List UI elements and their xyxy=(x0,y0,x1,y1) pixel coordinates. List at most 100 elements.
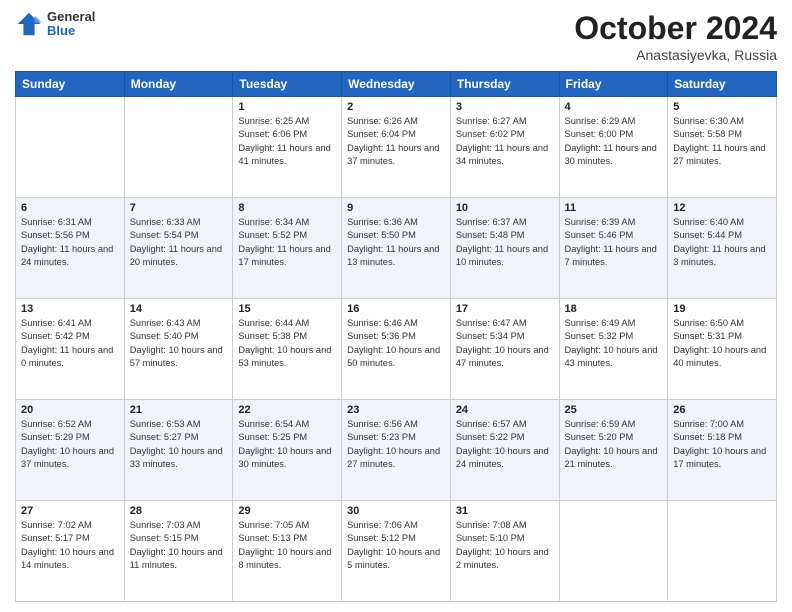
day-number: 27 xyxy=(21,505,119,517)
day-info: Sunrise: 6:40 AM Sunset: 5:44 PM Dayligh… xyxy=(673,216,771,270)
day-info: Sunrise: 6:44 AM Sunset: 5:38 PM Dayligh… xyxy=(238,317,336,371)
day-info: Sunrise: 6:27 AM Sunset: 6:02 PM Dayligh… xyxy=(456,115,554,169)
calendar-cell: 31 Sunrise: 7:08 AM Sunset: 5:10 PM Dayli… xyxy=(450,501,559,602)
day-number: 13 xyxy=(21,303,119,315)
day-info: Sunrise: 6:41 AM Sunset: 5:42 PM Dayligh… xyxy=(21,317,119,371)
weekday-header-row: SundayMondayTuesdayWednesdayThursdayFrid… xyxy=(16,72,777,97)
day-info: Sunrise: 6:43 AM Sunset: 5:40 PM Dayligh… xyxy=(130,317,228,371)
day-number: 30 xyxy=(347,505,445,517)
day-info: Sunrise: 6:25 AM Sunset: 6:06 PM Dayligh… xyxy=(238,115,336,169)
calendar-cell xyxy=(16,97,125,198)
day-number: 2 xyxy=(347,101,445,113)
calendar-cell: 27 Sunrise: 7:02 AM Sunset: 5:17 PM Dayli… xyxy=(16,501,125,602)
calendar-cell: 11 Sunrise: 6:39 AM Sunset: 5:46 PM Dayli… xyxy=(559,198,668,299)
calendar-cell: 2 Sunrise: 6:26 AM Sunset: 6:04 PM Daylig… xyxy=(342,97,451,198)
weekday-header-sunday: Sunday xyxy=(16,72,125,97)
day-info: Sunrise: 6:57 AM Sunset: 5:22 PM Dayligh… xyxy=(456,418,554,472)
calendar-cell: 19 Sunrise: 6:50 AM Sunset: 5:31 PM Dayli… xyxy=(668,299,777,400)
day-info: Sunrise: 6:31 AM Sunset: 5:56 PM Dayligh… xyxy=(21,216,119,270)
logo: General Blue xyxy=(15,10,95,39)
day-number: 31 xyxy=(456,505,554,517)
day-number: 3 xyxy=(456,101,554,113)
logo-blue-text: Blue xyxy=(47,24,95,38)
day-number: 23 xyxy=(347,404,445,416)
calendar-cell: 10 Sunrise: 6:37 AM Sunset: 5:48 PM Dayli… xyxy=(450,198,559,299)
day-info: Sunrise: 6:49 AM Sunset: 5:32 PM Dayligh… xyxy=(565,317,663,371)
calendar-week-3: 13 Sunrise: 6:41 AM Sunset: 5:42 PM Dayli… xyxy=(16,299,777,400)
day-number: 25 xyxy=(565,404,663,416)
day-number: 11 xyxy=(565,202,663,214)
day-info: Sunrise: 6:59 AM Sunset: 5:20 PM Dayligh… xyxy=(565,418,663,472)
title-month: October 2024 xyxy=(574,10,777,47)
logo-general-text: General xyxy=(47,10,95,24)
day-info: Sunrise: 6:36 AM Sunset: 5:50 PM Dayligh… xyxy=(347,216,445,270)
calendar-cell: 22Sunrise: 6:54 AM Sunset: 5:25 PM Dayli… xyxy=(233,400,342,501)
header: General Blue October 2024 Anastasiyevka,… xyxy=(15,10,777,63)
calendar: SundayMondayTuesdayWednesdayThursdayFrid… xyxy=(15,71,777,602)
weekday-header-wednesday: Wednesday xyxy=(342,72,451,97)
day-info: Sunrise: 7:03 AM Sunset: 5:15 PM Dayligh… xyxy=(130,519,228,573)
day-number: 21 xyxy=(130,404,228,416)
calendar-body: 1Sunrise: 6:25 AM Sunset: 6:06 PM Daylig… xyxy=(16,97,777,602)
day-info: Sunrise: 6:46 AM Sunset: 5:36 PM Dayligh… xyxy=(347,317,445,371)
page: General Blue October 2024 Anastasiyevka,… xyxy=(0,0,792,612)
calendar-cell: 1Sunrise: 6:25 AM Sunset: 6:06 PM Daylig… xyxy=(233,97,342,198)
calendar-cell: 28Sunrise: 7:03 AM Sunset: 5:15 PM Dayli… xyxy=(124,501,233,602)
day-number: 7 xyxy=(130,202,228,214)
day-number: 9 xyxy=(347,202,445,214)
calendar-cell: 6Sunrise: 6:31 AM Sunset: 5:56 PM Daylig… xyxy=(16,198,125,299)
calendar-cell xyxy=(124,97,233,198)
calendar-cell: 9 Sunrise: 6:36 AM Sunset: 5:50 PM Daylig… xyxy=(342,198,451,299)
day-number: 18 xyxy=(565,303,663,315)
weekday-header-monday: Monday xyxy=(124,72,233,97)
day-info: Sunrise: 7:08 AM Sunset: 5:10 PM Dayligh… xyxy=(456,519,554,573)
day-info: Sunrise: 7:06 AM Sunset: 5:12 PM Dayligh… xyxy=(347,519,445,573)
calendar-cell: 3 Sunrise: 6:27 AM Sunset: 6:02 PM Daylig… xyxy=(450,97,559,198)
day-info: Sunrise: 6:52 AM Sunset: 5:29 PM Dayligh… xyxy=(21,418,119,472)
day-number: 15 xyxy=(238,303,336,315)
day-info: Sunrise: 6:30 AM Sunset: 5:58 PM Dayligh… xyxy=(673,115,771,169)
day-info: Sunrise: 7:02 AM Sunset: 5:17 PM Dayligh… xyxy=(21,519,119,573)
day-number: 16 xyxy=(347,303,445,315)
weekday-header-friday: Friday xyxy=(559,72,668,97)
day-number: 12 xyxy=(673,202,771,214)
day-number: 24 xyxy=(456,404,554,416)
day-info: Sunrise: 6:37 AM Sunset: 5:48 PM Dayligh… xyxy=(456,216,554,270)
day-info: Sunrise: 6:39 AM Sunset: 5:46 PM Dayligh… xyxy=(565,216,663,270)
day-number: 10 xyxy=(456,202,554,214)
calendar-week-1: 1Sunrise: 6:25 AM Sunset: 6:06 PM Daylig… xyxy=(16,97,777,198)
calendar-header: SundayMondayTuesdayWednesdayThursdayFrid… xyxy=(16,72,777,97)
day-info: Sunrise: 6:53 AM Sunset: 5:27 PM Dayligh… xyxy=(130,418,228,472)
calendar-cell: 13 Sunrise: 6:41 AM Sunset: 5:42 PM Dayli… xyxy=(16,299,125,400)
calendar-week-5: 27 Sunrise: 7:02 AM Sunset: 5:17 PM Dayli… xyxy=(16,501,777,602)
day-number: 20 xyxy=(21,404,119,416)
calendar-cell: 5 Sunrise: 6:30 AM Sunset: 5:58 PM Daylig… xyxy=(668,97,777,198)
weekday-header-thursday: Thursday xyxy=(450,72,559,97)
day-number: 5 xyxy=(673,101,771,113)
weekday-header-saturday: Saturday xyxy=(668,72,777,97)
day-number: 19 xyxy=(673,303,771,315)
day-info: Sunrise: 7:05 AM Sunset: 5:13 PM Dayligh… xyxy=(238,519,336,573)
calendar-cell: 23Sunrise: 6:56 AM Sunset: 5:23 PM Dayli… xyxy=(342,400,451,501)
day-info: Sunrise: 6:50 AM Sunset: 5:31 PM Dayligh… xyxy=(673,317,771,371)
day-number: 26 xyxy=(673,404,771,416)
title-location: Anastasiyevka, Russia xyxy=(574,47,777,63)
calendar-cell: 12 Sunrise: 6:40 AM Sunset: 5:44 PM Dayli… xyxy=(668,198,777,299)
calendar-cell xyxy=(668,501,777,602)
calendar-cell: 24 Sunrise: 6:57 AM Sunset: 5:22 PM Dayli… xyxy=(450,400,559,501)
logo-text: General Blue xyxy=(47,10,95,39)
calendar-cell: 20 Sunrise: 6:52 AM Sunset: 5:29 PM Dayli… xyxy=(16,400,125,501)
day-number: 22 xyxy=(238,404,336,416)
calendar-cell: 21 Sunrise: 6:53 AM Sunset: 5:27 PM Dayli… xyxy=(124,400,233,501)
day-number: 17 xyxy=(456,303,554,315)
calendar-cell: 4Sunrise: 6:29 AM Sunset: 6:00 PM Daylig… xyxy=(559,97,668,198)
day-info: Sunrise: 6:26 AM Sunset: 6:04 PM Dayligh… xyxy=(347,115,445,169)
calendar-cell: 8Sunrise: 6:34 AM Sunset: 5:52 PM Daylig… xyxy=(233,198,342,299)
calendar-cell: 30 Sunrise: 7:06 AM Sunset: 5:12 PM Dayli… xyxy=(342,501,451,602)
calendar-cell: 25 Sunrise: 6:59 AM Sunset: 5:20 PM Dayli… xyxy=(559,400,668,501)
calendar-cell: 17 Sunrise: 6:47 AM Sunset: 5:34 PM Dayli… xyxy=(450,299,559,400)
calendar-cell: 29Sunrise: 7:05 AM Sunset: 5:13 PM Dayli… xyxy=(233,501,342,602)
calendar-cell: 7Sunrise: 6:33 AM Sunset: 5:54 PM Daylig… xyxy=(124,198,233,299)
day-info: Sunrise: 6:47 AM Sunset: 5:34 PM Dayligh… xyxy=(456,317,554,371)
calendar-week-2: 6Sunrise: 6:31 AM Sunset: 5:56 PM Daylig… xyxy=(16,198,777,299)
